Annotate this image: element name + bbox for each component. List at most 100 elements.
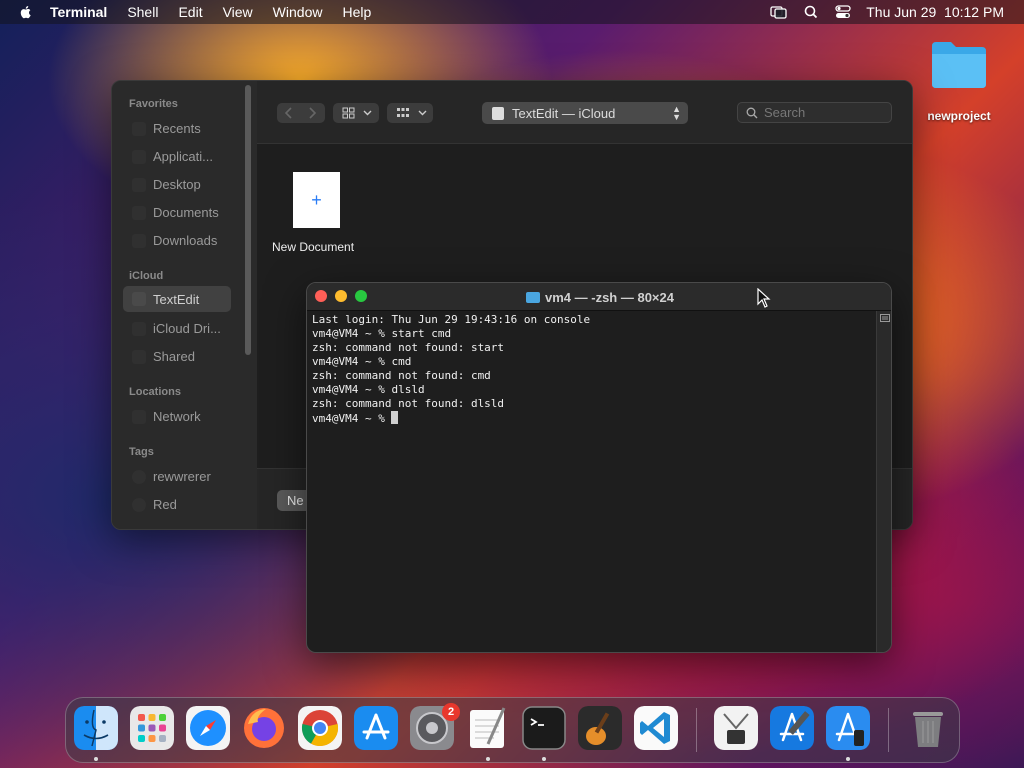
new-document-thumbnail[interactable]: +	[293, 172, 340, 228]
archive-utility-icon[interactable]	[714, 706, 758, 750]
sidebar-item-label: Downloads	[153, 233, 218, 248]
menu-window[interactable]: Window	[273, 4, 323, 20]
up-down-chevron-icon: ▲ ▼	[672, 104, 681, 122]
clock-icon	[132, 121, 146, 136]
vscode-icon[interactable]	[634, 706, 678, 750]
search-icon	[746, 107, 758, 119]
firefox-icon[interactable]	[242, 706, 286, 750]
minimize-button[interactable]	[335, 290, 347, 302]
search-field[interactable]: Search	[737, 102, 892, 123]
menu-view[interactable]: View	[223, 4, 253, 20]
chevron-right-icon[interactable]	[307, 107, 317, 119]
menu-edit[interactable]: Edit	[178, 4, 202, 20]
sidebar-item-applications[interactable]: Applicati...	[132, 149, 213, 164]
sidebar-item-label: Desktop	[153, 177, 201, 192]
textedit-doc-icon	[492, 106, 504, 120]
launchpad-icon[interactable]	[130, 706, 174, 750]
sidebar-item-icloud-drive[interactable]: iCloud Dri...	[132, 321, 221, 336]
mouse-pointer-icon	[757, 288, 771, 308]
textedit-icon[interactable]	[466, 706, 510, 750]
sidebar-item-recents[interactable]: Recents	[132, 121, 201, 136]
sidebar-scrollbar[interactable]	[245, 85, 251, 355]
terminal-output[interactable]: Last login: Thu Jun 29 19:43:16 on conso…	[312, 313, 872, 426]
location-popup[interactable]: TextEdit — iCloud ▲ ▼	[482, 102, 688, 124]
chevron-down-icon	[363, 110, 372, 116]
tag-dot-icon	[132, 497, 146, 512]
network-icon	[132, 409, 146, 424]
running-indicator	[846, 757, 850, 761]
sidebar-item-label: rewwrerer	[153, 469, 211, 484]
screen-mirroring-icon[interactable]	[770, 4, 788, 20]
folder-icon	[526, 291, 540, 303]
chevron-down-icon	[418, 110, 427, 116]
sidebar-item-network[interactable]: Network	[132, 409, 201, 424]
sidebar-item-label: Recents	[153, 121, 201, 136]
xcode-icon[interactable]	[770, 706, 814, 750]
terminal-icon[interactable]	[522, 706, 566, 750]
sidebar-section-tags: Tags	[129, 446, 154, 458]
running-indicator	[542, 757, 546, 761]
control-center-icon[interactable]	[834, 4, 852, 20]
shared-folder-icon	[132, 349, 146, 364]
menu-bar: Terminal Shell Edit View Window Help Thu…	[0, 0, 1024, 24]
sidebar-section-favorites: Favorites	[129, 98, 178, 110]
menubar-clock[interactable]: Thu Jun 29 10:12 PM	[866, 4, 1004, 20]
terminal-line: zsh: command not found: start	[312, 341, 505, 354]
dock-separator	[888, 708, 889, 752]
menu-shell[interactable]: Shell	[127, 4, 158, 20]
sidebar-item-label: Documents	[153, 205, 219, 220]
panel-sidebar: Favorites Recents Applicati... Desktop D…	[112, 81, 257, 529]
chrome-icon[interactable]	[298, 706, 342, 750]
spotlight-search-icon[interactable]	[802, 4, 820, 20]
zoom-button[interactable]	[355, 290, 367, 302]
terminal-line: Last login: Thu Jun 29 19:43:16 on conso…	[312, 313, 591, 326]
sidebar-item-label: TextEdit	[153, 291, 200, 307]
grid-view-icon	[342, 107, 355, 119]
terminal-titlebar[interactable]: vm4 — -zsh — 80×24	[307, 283, 891, 311]
desktop-folder-newproject[interactable]: newproject	[922, 40, 996, 123]
close-button[interactable]	[315, 290, 327, 302]
location-popup-label: TextEdit — iCloud	[512, 105, 616, 121]
notification-badge: 2	[442, 703, 460, 721]
folder-icon	[932, 42, 986, 88]
icloud-icon	[132, 321, 146, 336]
simulator-icon[interactable]	[826, 706, 870, 750]
group-by-button[interactable]	[387, 103, 433, 123]
trash-icon[interactable]	[906, 706, 950, 750]
scroll-marks-icon	[880, 314, 890, 322]
sidebar-item-downloads[interactable]: Downloads	[132, 233, 217, 248]
sidebar-item-label: iCloud Dri...	[153, 321, 221, 336]
document-icon	[132, 205, 146, 220]
terminal-title: vm4 — -zsh — 80×24	[307, 283, 891, 311]
back-forward-buttons[interactable]	[277, 103, 325, 123]
sidebar-item-documents[interactable]: Documents	[132, 205, 219, 220]
apple-icon[interactable]	[18, 4, 34, 20]
terminal-line: zsh: command not found: cmd	[312, 369, 491, 382]
applications-icon	[132, 149, 146, 164]
finder-icon[interactable]	[74, 706, 118, 750]
menu-help[interactable]: Help	[342, 4, 371, 20]
search-placeholder: Search	[764, 105, 806, 120]
sidebar-item-textedit[interactable]: TextEdit	[123, 286, 231, 312]
terminal-title-text: vm4 — -zsh — 80×24	[545, 289, 674, 305]
app-store-icon[interactable]	[354, 706, 398, 750]
plus-icon: +	[311, 189, 322, 210]
sidebar-item-tag-rewwrerer[interactable]: rewwrerer	[132, 469, 211, 484]
tag-dot-icon	[132, 469, 146, 484]
sidebar-section-locations: Locations	[129, 386, 181, 398]
sidebar-item-desktop[interactable]: Desktop	[132, 177, 201, 192]
terminal-scrollbar[interactable]	[876, 311, 891, 652]
desktop-folder-label: newproject	[927, 109, 991, 123]
terminal-cursor	[391, 411, 399, 424]
safari-icon[interactable]	[186, 706, 230, 750]
sidebar-item-tag-red[interactable]: Red	[132, 497, 177, 512]
sidebar-item-label: Network	[153, 409, 201, 424]
sidebar-item-shared[interactable]: Shared	[132, 349, 195, 364]
sidebar-item-label: Shared	[153, 349, 195, 364]
sidebar-section-icloud: iCloud	[129, 270, 164, 282]
menu-app-name[interactable]: Terminal	[50, 4, 107, 20]
view-mode-button[interactable]	[333, 103, 379, 123]
garageband-icon[interactable]	[578, 706, 622, 750]
chevron-left-icon[interactable]	[284, 107, 294, 119]
terminal-window: vm4 — -zsh — 80×24 Last login: Thu Jun 2…	[306, 282, 892, 653]
